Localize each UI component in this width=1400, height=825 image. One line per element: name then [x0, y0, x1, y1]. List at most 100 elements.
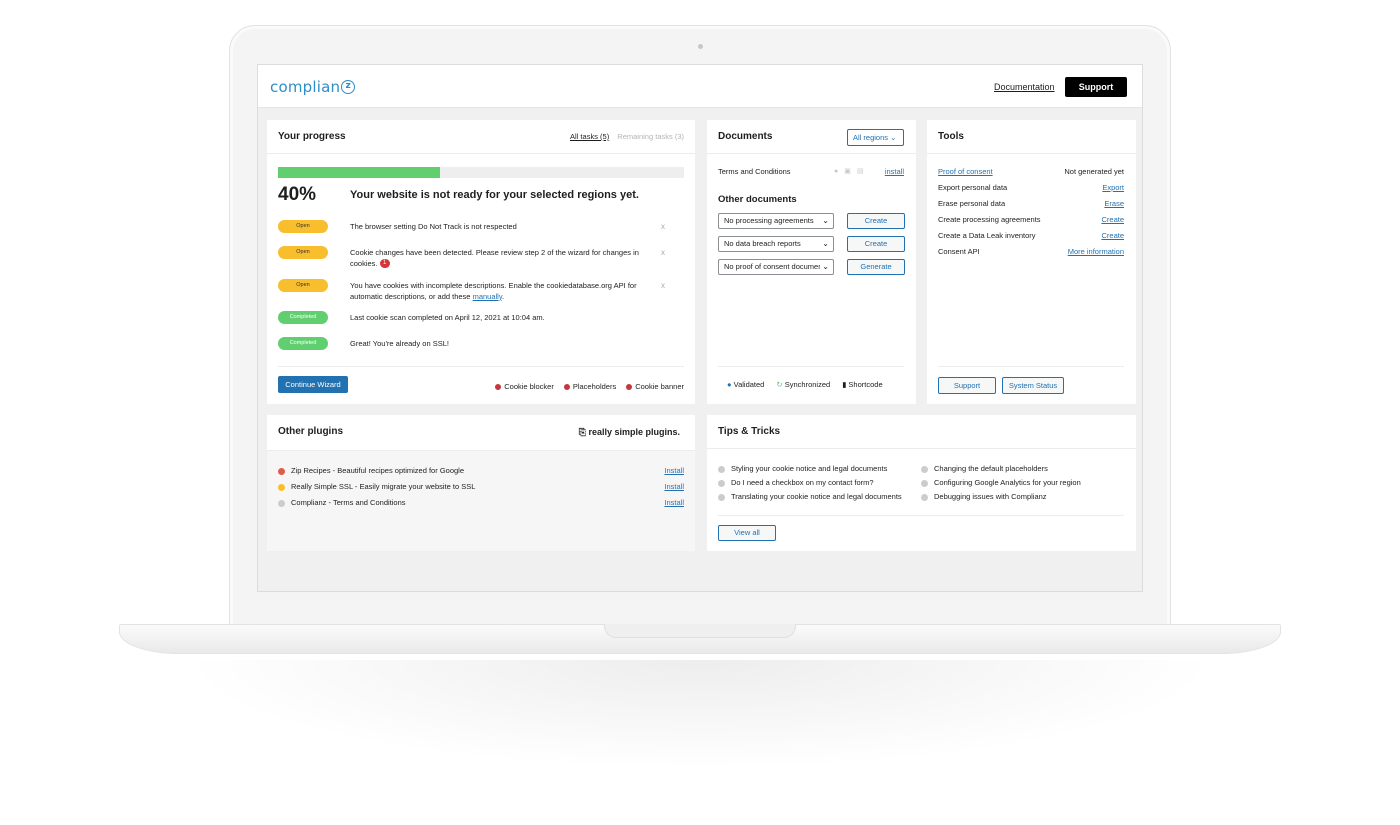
create-data-breach-button[interactable]: Create [847, 236, 905, 252]
proof-of-consent-select[interactable]: No proof of consent documents ⌄ [718, 259, 834, 275]
plugin-row: Zip Recipes - Beautiful recipes optimize… [278, 466, 684, 475]
app-screen: complian z Documentation Support Your pro… [257, 64, 1143, 592]
tip-link[interactable]: Configuring Google Analytics for your re… [921, 478, 1081, 487]
legend-shortcode: ▮ Shortcode [842, 380, 882, 389]
tools-support-button[interactable]: Support [938, 377, 996, 394]
dismiss-icon[interactable]: x [661, 248, 665, 257]
tool-label: Create processing agreements [938, 215, 1041, 224]
documents-header: Documents All regions ⌄ [707, 120, 916, 154]
status-badge-completed: Completed [278, 311, 328, 324]
terms-row: Terms and Conditions ●▣▤ install [718, 167, 904, 176]
plugin-name: Zip Recipes - Beautiful recipes optimize… [291, 466, 464, 475]
tool-label: Erase personal data [938, 199, 1006, 208]
tip-text: Translating your cookie notice and legal… [731, 492, 902, 501]
create-processing-link[interactable]: Create [1101, 215, 1124, 224]
erase-link[interactable]: Erase [1104, 199, 1124, 208]
tool-row-consent-api: Consent API More information [938, 247, 1124, 256]
task-text-tail: . [502, 291, 505, 301]
legend-label: Placeholders [572, 382, 617, 391]
bullet-icon [921, 465, 928, 473]
task-text: Great! You're already on SSL! [350, 339, 449, 348]
region-select[interactable]: All regions ⌄ [847, 129, 904, 146]
install-complianz-terms-link[interactable]: Install [664, 498, 684, 507]
dismiss-icon[interactable]: x [661, 222, 665, 231]
rsp-brand-text: really simple plugins. [588, 427, 680, 437]
top-bar: complian z Documentation Support [258, 65, 1142, 108]
manually-link[interactable]: manually [473, 292, 502, 301]
proof-of-consent-status: Not generated yet [1064, 167, 1124, 176]
legend-label: Synchronized [784, 380, 831, 389]
tool-row-processing: Create processing agreements Create [938, 215, 1124, 224]
document-status-icons: ●▣▤ [834, 168, 870, 175]
logo-text: complian [270, 78, 341, 96]
terms-install-link[interactable]: install [885, 167, 904, 176]
status-dot-icon [495, 384, 502, 391]
select-value: No data breach reports [724, 239, 801, 248]
tip-text: Do I need a checkbox on my contact form? [731, 478, 874, 487]
plugins-header: Other plugins ⎘ really simple plugins. [267, 415, 695, 451]
tools-header: Tools [927, 120, 1136, 154]
task-text: The browser setting Do Not Track is not … [350, 222, 517, 231]
divider [278, 366, 684, 367]
tip-link[interactable]: Styling your cookie notice and legal doc… [718, 464, 887, 473]
export-link[interactable]: Export [1102, 183, 1124, 192]
continue-wizard-button[interactable]: Continue Wizard [278, 376, 348, 393]
view-all-button[interactable]: View all [718, 525, 776, 541]
create-data-leak-link[interactable]: Create [1101, 231, 1124, 240]
tips-header: Tips & Tricks [707, 415, 1136, 449]
tip-link[interactable]: Do I need a checkbox on my contact form? [718, 478, 874, 487]
legend-label: Cookie banner [635, 382, 684, 391]
legend-label: Shortcode [848, 380, 883, 389]
progress-card: Your progress All tasks (5) Remaining ta… [267, 120, 695, 404]
progress-title: Your progress [278, 131, 346, 142]
more-information-link[interactable]: More information [1068, 247, 1124, 256]
tools-card: Tools Proof of consent Not generated yet… [927, 120, 1136, 404]
data-breach-select[interactable]: No data breach reports ⌄ [718, 236, 834, 252]
divider [718, 515, 1124, 516]
legend-cookie-banner: Cookie banner [626, 382, 684, 391]
install-zip-recipes-link[interactable]: Install [664, 466, 684, 475]
task-text: Last cookie scan completed on April 12, … [350, 313, 545, 322]
legend-label: Validated [733, 380, 765, 389]
documents-card: Documents All regions ⌄ Terms and Condit… [707, 120, 916, 404]
plugin-name: Really Simple SSL - Easily migrate your … [291, 482, 476, 491]
documents-legend: ● Validated ↻ Synchronized ▮ Shortcode [727, 380, 883, 389]
divider [938, 366, 1124, 367]
documents-title: Documents [718, 131, 773, 142]
plugin-row: Really Simple SSL - Easily migrate your … [278, 482, 684, 491]
documentation-link[interactable]: Documentation [994, 82, 1055, 92]
create-processing-agreement-button[interactable]: Create [847, 213, 905, 229]
tip-link[interactable]: Debugging issues with Complianz [921, 492, 1047, 501]
proof-of-consent-link[interactable]: Proof of consent [938, 167, 993, 176]
progress-percent: 40% [278, 184, 317, 205]
generate-proof-button[interactable]: Generate [847, 259, 905, 275]
status-badge-open: Open [278, 220, 328, 233]
validated-icon: ● [727, 380, 732, 389]
progress-headline: Your website is not ready for your selec… [350, 189, 639, 201]
chevron-down-icon: ⌄ [820, 260, 829, 274]
tip-link[interactable]: Translating your cookie notice and legal… [718, 492, 902, 501]
select-value: No processing agreements [724, 216, 814, 225]
install-really-simple-ssl-link[interactable]: Install [664, 482, 684, 491]
processing-agreements-select[interactable]: No processing agreements ⌄ [718, 213, 834, 229]
complianz-terms-icon [278, 499, 285, 507]
notification-count-badge: 1 [379, 259, 390, 269]
tab-remaining-tasks[interactable]: Remaining tasks (3) [617, 132, 684, 141]
plugin-name: Complianz - Terms and Conditions [291, 498, 406, 507]
dismiss-icon[interactable]: x [661, 281, 665, 290]
tip-text: Configuring Google Analytics for your re… [934, 478, 1081, 487]
rsp-icon: ⎘ [578, 427, 586, 437]
region-select-value: All regions [853, 133, 889, 142]
legend-validated: ● Validated [727, 380, 764, 389]
tip-link[interactable]: Changing the default placeholders [921, 464, 1048, 473]
tab-all-tasks[interactable]: All tasks (5) [570, 132, 609, 141]
logo-z-icon: z [341, 80, 356, 94]
support-button[interactable]: Support [1065, 77, 1127, 97]
bullet-icon [718, 479, 725, 487]
tool-label: Consent API [938, 247, 980, 256]
other-documents-title: Other documents [718, 194, 797, 205]
system-status-button[interactable]: System Status [1002, 377, 1064, 394]
tool-row-proof-of-consent: Proof of consent Not generated yet [938, 167, 1124, 176]
tool-row-erase: Erase personal data Erase [938, 199, 1124, 208]
complianz-logo: complian z [270, 78, 356, 96]
